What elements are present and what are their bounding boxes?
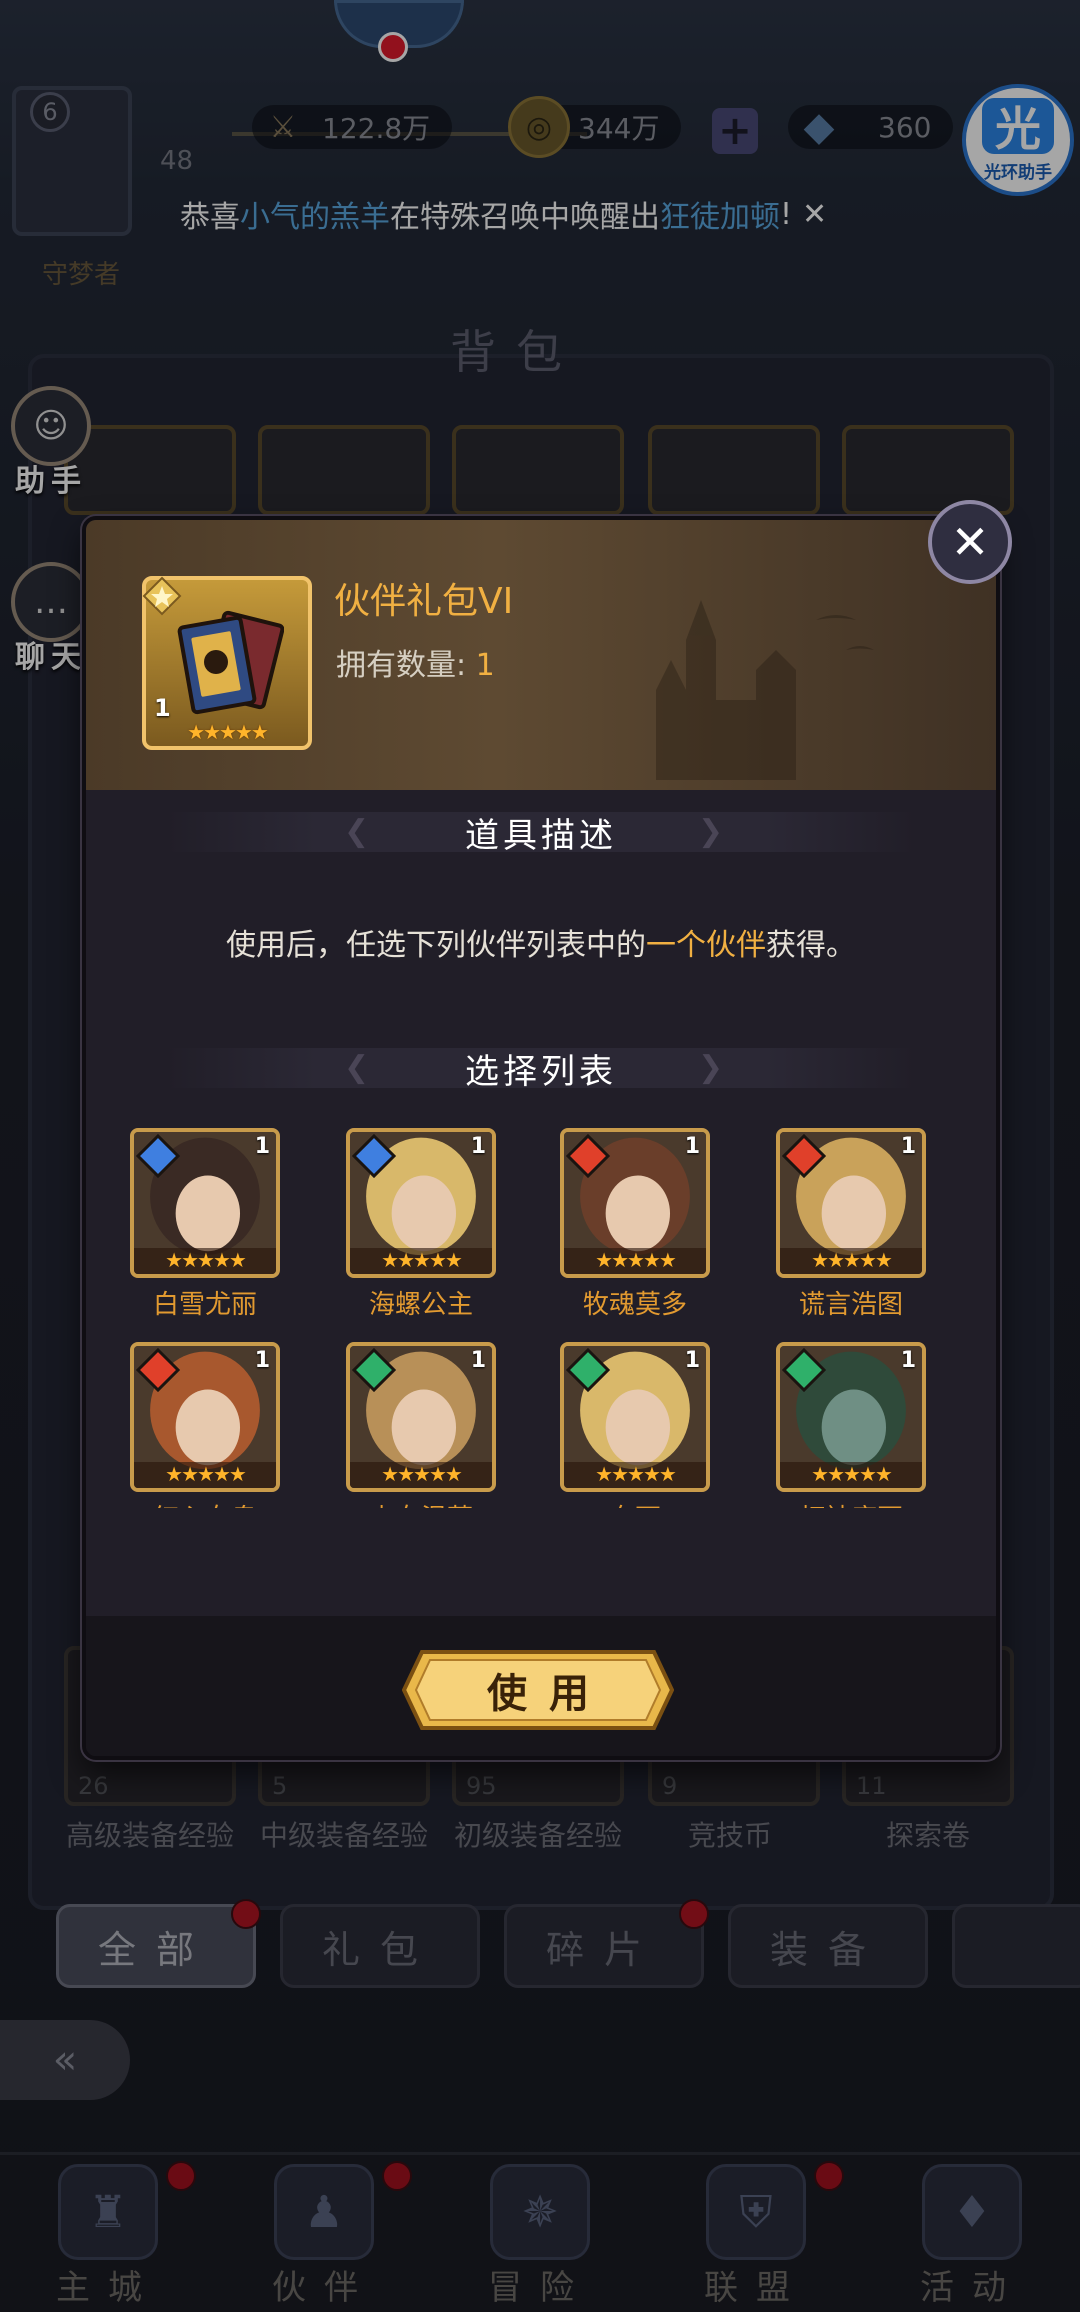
partner-level: 1 (900, 1348, 916, 1373)
fire-element-icon (782, 1134, 826, 1178)
use-button-label: 使用 (487, 1670, 611, 1717)
partner-selection-list[interactable]: 1 ★★★★★ 白雪尤丽 1 ★★★★★ 海螺公主 1 ★★★★★ 牧魂莫多 1 ★★★★★ 谎言浩图… (130, 1128, 990, 1508)
partner-stars: ★★★★★ (780, 1462, 922, 1488)
gift-pack-icon: 1 ★★★★★ (142, 576, 312, 750)
partner-portrait-frame: 1 ★★★★★ (560, 1128, 710, 1278)
partner-level: 1 (254, 1134, 270, 1159)
desc-title-text: 道具描述 (465, 815, 617, 856)
castle-silhouette-icon (656, 600, 874, 780)
item-stars: ★★★★★ (187, 720, 269, 744)
desc-highlight: 一个伙伴 (646, 928, 766, 963)
partner-stars: ★★★★★ (350, 1462, 492, 1488)
partner-stars: ★★★★★ (564, 1248, 706, 1274)
partner-name: 奈西 (560, 1498, 710, 1508)
ornament-right-icon: ❯ (698, 814, 724, 849)
partner-stars: ★★★★★ (134, 1248, 276, 1274)
partner-level: 1 (254, 1348, 270, 1373)
partner-portrait-frame: 1 ★★★★★ (346, 1128, 496, 1278)
partner-card[interactable]: 1 ★★★★★ 少女温蒂 (346, 1342, 496, 1508)
fire-element-icon (136, 1348, 180, 1392)
partner-name: 灯神库亚 (776, 1498, 926, 1508)
card-pack-art (177, 610, 284, 715)
partner-portrait-frame: 1 ★★★★★ (130, 1342, 280, 1492)
ornament-left-icon: ❮ (344, 814, 370, 849)
partner-level: 1 (470, 1348, 486, 1373)
ornament-left-icon: ❮ (344, 1050, 370, 1085)
partner-level: 1 (684, 1134, 700, 1159)
partner-card[interactable]: 1 ★★★★★ 谎言浩图 (776, 1128, 926, 1321)
description-section-title: ❮ 道具描述 ❯ (86, 802, 996, 862)
wind-element-icon (782, 1348, 826, 1392)
partner-card[interactable]: 1 ★★★★★ 牧魂莫多 (560, 1128, 710, 1321)
wind-element-icon (352, 1348, 396, 1392)
partner-name: 海螺公主 (368, 1290, 473, 1320)
owned-value: 1 (475, 648, 495, 683)
partner-name: 白雪尤丽 (152, 1290, 257, 1320)
partner-name: 谎言浩图 (798, 1290, 903, 1320)
item-owned-count: 拥有数量: 1 (336, 640, 495, 684)
list-title-text: 选择列表 (465, 1051, 617, 1092)
partner-portrait-frame: 1 ★★★★★ (346, 1342, 496, 1492)
item-name: 伙伴礼包VI (334, 581, 514, 622)
partner-stars: ★★★★★ (134, 1462, 276, 1488)
partner-card[interactable]: 1 ★★★★★ 白雪尤丽 (130, 1128, 280, 1321)
ornament-right-icon: ❯ (698, 1050, 724, 1085)
partner-portrait-frame: 1 ★★★★★ (130, 1128, 280, 1278)
desc-prefix: 使用后，任选下列伙伴列表中的 (226, 928, 646, 963)
item-detail-modal: 1 ★★★★★ 伙伴礼包VI 拥有数量: 1 ❮ 道具描述 ❯ 使用后，任选下列… (82, 516, 1000, 1760)
partner-level: 1 (684, 1348, 700, 1373)
partner-stars: ★★★★★ (780, 1248, 922, 1274)
partner-name: 红心女皇 (130, 1498, 280, 1508)
wind-element-icon (566, 1348, 610, 1392)
desc-suffix: 获得。 (766, 928, 856, 963)
item-icon-count: 1 (154, 694, 171, 722)
partner-portrait-frame: 1 ★★★★★ (776, 1342, 926, 1492)
partner-name: 牧魂莫多 (582, 1290, 687, 1320)
close-icon[interactable]: ✕ (928, 500, 1012, 584)
partner-level: 1 (900, 1134, 916, 1159)
partner-card[interactable]: 1 ★★★★★ 红心女皇 (130, 1342, 280, 1508)
water-element-icon (136, 1134, 180, 1178)
partner-stars: ★★★★★ (350, 1248, 492, 1274)
item-description: 使用后，任选下列伙伴列表中的一个伙伴获得。 (86, 920, 996, 964)
partner-portrait-frame: 1 ★★★★★ (776, 1128, 926, 1278)
partner-card[interactable]: 1 ★★★★★ 灯神库亚 (776, 1342, 926, 1508)
partner-portrait-frame: 1 ★★★★★ (560, 1342, 710, 1492)
item-header: 1 ★★★★★ 伙伴礼包VI 拥有数量: 1 (86, 520, 996, 790)
partner-card[interactable]: 1 ★★★★★ 奈西 (560, 1342, 710, 1508)
selection-section-title: ❮ 选择列表 ❯ (86, 1038, 996, 1098)
partner-level: 1 (470, 1134, 486, 1159)
owned-label: 拥有数量: (336, 648, 467, 683)
fire-element-icon (566, 1134, 610, 1178)
use-button[interactable]: 使用 (401, 1650, 675, 1730)
partner-card[interactable]: 1 ★★★★★ 海螺公主 (346, 1128, 496, 1321)
partner-stars: ★★★★★ (564, 1462, 706, 1488)
partner-name: 少女温蒂 (346, 1498, 496, 1508)
water-element-icon (352, 1134, 396, 1178)
